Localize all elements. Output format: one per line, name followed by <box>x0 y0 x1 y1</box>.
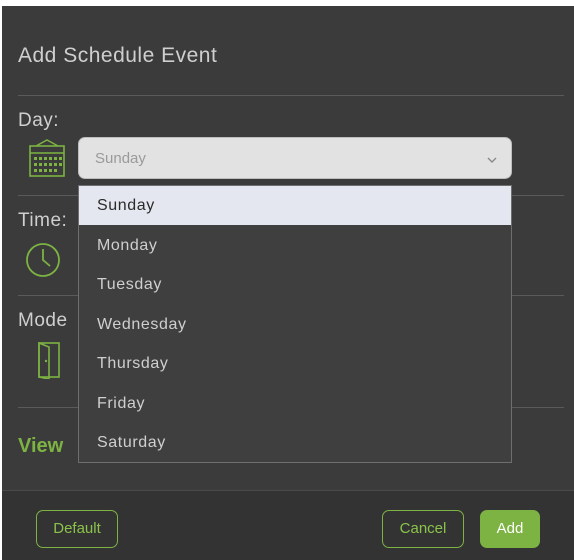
calendar-icon <box>28 139 66 182</box>
option-wednesday[interactable]: Wednesday <box>79 305 511 344</box>
default-button[interactable]: Default <box>36 510 118 548</box>
option-label: Tuesday <box>97 276 162 293</box>
mode-label: Mode <box>18 310 68 331</box>
option-tuesday[interactable]: Tuesday <box>79 265 511 304</box>
option-label: Saturday <box>97 434 166 451</box>
option-label: Monday <box>97 236 158 254</box>
option-thursday[interactable]: Thursday <box>79 344 511 383</box>
day-label: Day: <box>18 110 60 131</box>
option-label: Sunday <box>97 197 155 214</box>
chevron-down-icon <box>487 152 497 170</box>
day-select[interactable]: Sunday <box>78 137 512 179</box>
dialog-footer: Default Cancel Add <box>2 490 574 560</box>
day-select-value: Sunday <box>95 150 146 167</box>
option-monday[interactable]: Monday <box>79 226 511 265</box>
option-label: Thursday <box>97 355 169 372</box>
clock-icon <box>24 241 62 284</box>
option-label: Friday <box>97 394 146 412</box>
divider <box>18 95 564 96</box>
add-schedule-event-dialog: Add Schedule Event Day: Sunday Time: Mod… <box>2 6 574 560</box>
view-link[interactable]: View <box>18 435 63 458</box>
option-friday[interactable]: Friday <box>79 384 511 423</box>
time-label: Time: <box>18 210 68 231</box>
option-sunday[interactable]: Sunday <box>79 186 511 225</box>
divider <box>2 490 574 491</box>
dialog-title: Add Schedule Event <box>18 44 218 67</box>
day-dropdown-list: Sunday Monday Tuesday Wednesday Thursday… <box>78 185 512 463</box>
cancel-button[interactable]: Cancel <box>382 510 464 548</box>
option-label: Wednesday <box>97 315 187 333</box>
door-icon <box>36 341 62 384</box>
option-saturday[interactable]: Saturday <box>79 423 511 462</box>
add-button[interactable]: Add <box>480 510 540 548</box>
